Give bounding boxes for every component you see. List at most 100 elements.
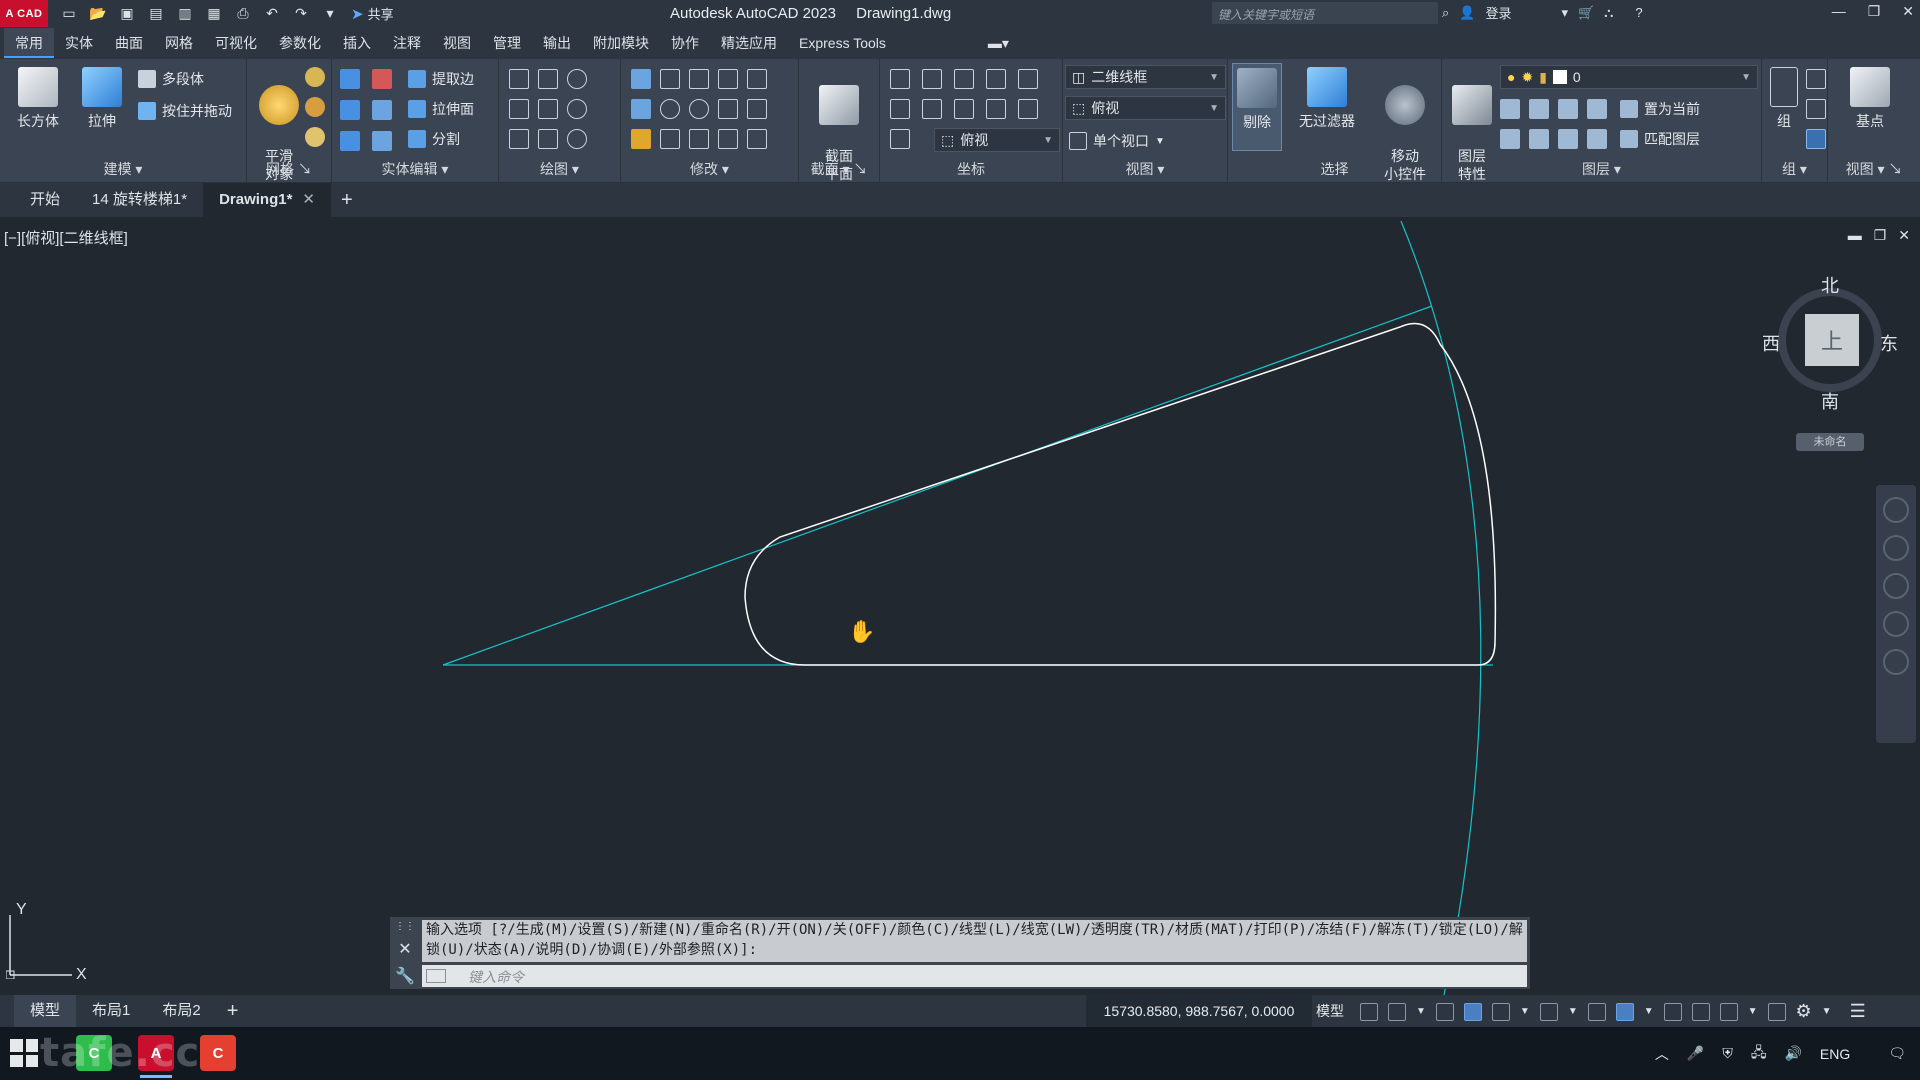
wcs-menu-button[interactable]: 未命名 [1796, 433, 1864, 451]
group-select-icon[interactable] [1806, 129, 1826, 149]
shield-icon[interactable]: ⛨ [1722, 1045, 1733, 1062]
visual-style-select[interactable]: ◫ 二维线框 ▼ [1065, 65, 1226, 89]
rectangle-icon[interactable] [538, 129, 558, 149]
ucs-3point-icon[interactable] [1018, 69, 1038, 89]
subtract-icon[interactable] [340, 100, 360, 120]
circle-icon[interactable] [567, 99, 587, 119]
pan-icon[interactable] [1883, 535, 1909, 561]
panel-title-modeling[interactable]: 建模 ▾ [0, 159, 246, 179]
interfere-icon[interactable] [372, 69, 392, 89]
layer-select[interactable]: ● ✹ ▮ 0 ▼ [1500, 65, 1758, 89]
viewport-close-icon[interactable]: ✕ [1898, 227, 1910, 244]
ortho-icon[interactable] [1463, 1002, 1482, 1021]
undo-icon[interactable]: ↶ [261, 4, 283, 24]
ucs-x-icon[interactable] [954, 99, 974, 119]
chevron-down-icon[interactable]: ▾ [1561, 5, 1568, 21]
panel-title-coordinates[interactable]: 坐标 [880, 159, 1062, 179]
layer-off-icon[interactable] [1500, 99, 1520, 119]
arc-icon[interactable] [567, 69, 587, 89]
tab-annotate[interactable]: 注释 [382, 28, 432, 58]
close-tab-icon[interactable]: ✕ [302, 191, 315, 208]
offset-icon[interactable] [718, 129, 738, 149]
ucs-icon[interactable] [890, 69, 910, 89]
polyline-icon[interactable] [538, 69, 558, 89]
doc-tab-drawing1[interactable]: Drawing1* ✕ [203, 183, 331, 217]
thicken-icon[interactable] [372, 131, 392, 151]
match-layer-button[interactable]: 匹配图层 [1620, 129, 1700, 149]
line-tool-icon[interactable] [538, 99, 558, 119]
search-input[interactable]: 键入关键字或短语 [1212, 2, 1438, 24]
login-link[interactable]: 登录 [1485, 3, 1511, 22]
close-cmdline-icon[interactable]: ✕ [398, 939, 411, 959]
3d-array-icon[interactable] [660, 99, 680, 119]
save-as-icon[interactable]: ▤ [145, 4, 167, 24]
3d-rotate-icon[interactable] [660, 69, 680, 89]
extrude-faces-button[interactable]: 拉伸面 [408, 99, 474, 119]
layer-freeze-icon[interactable] [1558, 99, 1578, 119]
showmotion-icon[interactable] [1883, 649, 1909, 675]
polygon-icon[interactable] [509, 129, 529, 149]
stretch-icon[interactable] [718, 99, 738, 119]
ucs-z-icon[interactable] [1018, 99, 1038, 119]
input-language[interactable]: ENG [1820, 1046, 1850, 1062]
tab-insert[interactable]: 插入 [332, 28, 382, 58]
array-icon[interactable] [747, 129, 767, 149]
infer-constraints-icon[interactable] [1435, 1002, 1454, 1021]
polysolid-button[interactable]: 多段体 [138, 69, 204, 89]
autocad-logo[interactable]: A CAD [0, 0, 48, 27]
layer-properties-button[interactable]: 图层 特性 [1444, 67, 1500, 201]
layer-unlock-icon[interactable] [1587, 129, 1607, 149]
close-button[interactable]: ✕ [1902, 3, 1914, 20]
separate-button[interactable]: 分割 [408, 129, 460, 149]
culling-button[interactable]: 剔除 [1232, 63, 1282, 151]
chevron-down-icon[interactable]: ▼ [1568, 1006, 1578, 1017]
polar-tracking-icon[interactable] [1491, 1002, 1510, 1021]
restore-button[interactable]: ❐ [1868, 3, 1881, 20]
mesh-refine-icon[interactable] [305, 67, 325, 87]
group-button[interactable]: 组 [1764, 67, 1804, 131]
new-icon[interactable]: ▭ [58, 4, 80, 24]
fillet-icon[interactable] [747, 99, 767, 119]
construction-line-angled[interactable] [442, 305, 1433, 666]
ribbon-minimize-icon[interactable]: ▬▾ [977, 28, 1020, 58]
redo-icon[interactable]: ↷ [290, 4, 312, 24]
move-gizmo-button[interactable]: 移动 小控件 [1372, 67, 1438, 201]
chevron-down-icon[interactable]: ▼ [1644, 1006, 1654, 1017]
group-edit-icon[interactable] [1806, 99, 1826, 119]
slice-icon[interactable] [372, 100, 392, 120]
lineweight-icon[interactable] [1663, 1002, 1682, 1021]
section-plane-button[interactable]: 截面 平面 [811, 67, 867, 201]
spline-icon[interactable] [509, 99, 529, 119]
erase-icon[interactable] [631, 129, 651, 149]
layout-tab-model[interactable]: 模型 [14, 995, 77, 1027]
doc-tab-spiral-stair[interactable]: 14 旋转楼梯1* [76, 183, 203, 217]
box-button[interactable]: 长方体 [10, 67, 66, 131]
drawing-canvas[interactable] [0, 217, 1920, 995]
viewport-restore-icon[interactable]: ❐ [1874, 227, 1887, 244]
object-snap-icon[interactable] [1615, 1002, 1634, 1021]
layer-thaw-icon[interactable] [1558, 129, 1578, 149]
compass-west[interactable]: 西 [1762, 330, 1780, 356]
tab-solid[interactable]: 实体 [54, 28, 104, 58]
ucs-previous-icon[interactable] [922, 99, 942, 119]
snap-icon[interactable] [1388, 1002, 1406, 1021]
scale-icon[interactable] [660, 129, 680, 149]
viewport-config-button[interactable]: 单个视口 ▼ [1069, 131, 1165, 151]
view-direction-select[interactable]: ⬚ 俯视 ▼ [934, 128, 1060, 152]
ucs-world-icon[interactable] [922, 69, 942, 89]
panel-title-view-base[interactable]: 视图 ▾ ↘ [1828, 159, 1920, 179]
extrude-button[interactable]: 拉伸 [74, 67, 130, 131]
customize-wrench-icon[interactable]: 🔧 [395, 966, 415, 986]
intersect-icon[interactable] [340, 131, 360, 151]
layer-unisolate-icon[interactable] [1529, 129, 1549, 149]
new-tab-button[interactable]: + [341, 189, 353, 212]
move-icon[interactable] [689, 69, 709, 89]
model-space-button[interactable]: 模型 [1316, 995, 1344, 1027]
drawing-viewport[interactable]: [−][俯视][二维线框] ▬ ❐ ✕ 上 北 南 西 东 未命名 Y X ✋ [0, 217, 1920, 995]
tab-visualize[interactable]: 可视化 [204, 28, 268, 58]
panel-title-groups[interactable]: 组 ▾ [1762, 159, 1827, 179]
add-layout-button[interactable]: + [227, 1000, 239, 1023]
smooth-object-button[interactable]: 平滑 对象 [251, 67, 307, 201]
compass-north[interactable]: 北 [1821, 272, 1839, 298]
object-snap-tracking-icon[interactable] [1587, 1002, 1606, 1021]
